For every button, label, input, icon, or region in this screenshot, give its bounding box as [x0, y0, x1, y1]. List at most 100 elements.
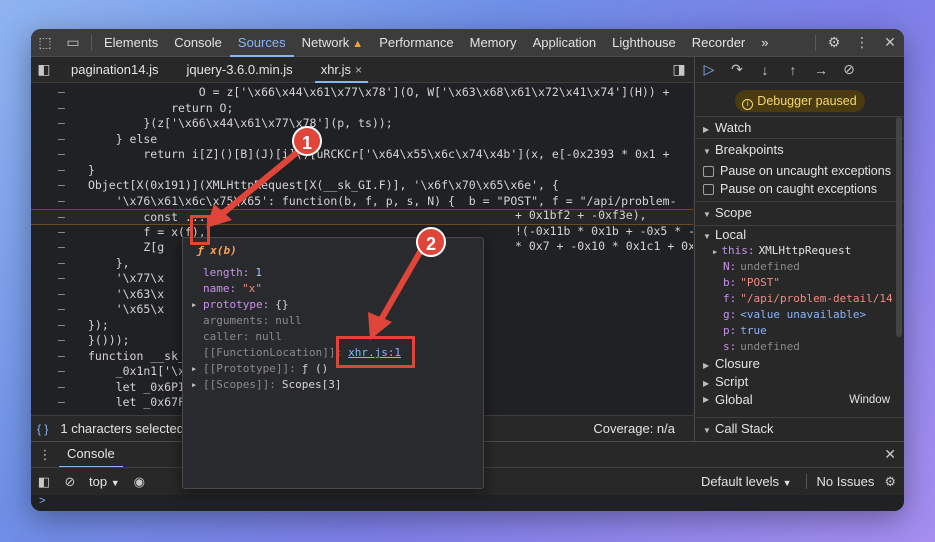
line-gutter-marker[interactable]: – — [58, 101, 65, 117]
close-drawer-icon[interactable]: ✕ — [884, 446, 896, 463]
tab-recorder[interactable]: Recorder — [684, 29, 753, 57]
line-gutter-marker[interactable]: – — [58, 147, 65, 163]
code-line-text: }); — [88, 317, 109, 332]
popover-property-value: "x" — [242, 282, 262, 295]
scope-variable[interactable]: s: undefined — [695, 339, 904, 355]
tab-elements[interactable]: Elements — [96, 29, 166, 57]
code-line-text: '\x65\x — [88, 302, 165, 316]
line-gutter-marker[interactable]: – — [58, 271, 65, 287]
clear-console-icon[interactable]: ⊘ — [57, 474, 83, 490]
line-gutter-marker[interactable]: – — [58, 364, 65, 380]
kebab-menu-icon[interactable]: ⋮ — [848, 29, 876, 57]
file-tabs-bar: ◧ pagination14.js jquery-3.6.0.min.js xh… — [31, 57, 693, 83]
scope-script[interactable]: ▶ Script — [695, 373, 904, 391]
line-gutter-marker[interactable]: – — [58, 163, 65, 179]
popover-property: name: "x" — [203, 281, 262, 297]
curly-braces-icon[interactable]: { } — [37, 422, 48, 436]
console-prompt[interactable]: > — [31, 495, 904, 511]
scope-variable-value: XMLHttpRequest — [758, 244, 852, 257]
issues-button[interactable]: No Issues — [805, 474, 874, 489]
popover-property[interactable]: ▶ [[Prototype]]: ƒ () — [192, 361, 328, 377]
tab-application[interactable]: Application — [525, 29, 605, 57]
tab-console[interactable]: Console — [166, 29, 230, 57]
line-gutter-marker[interactable]: – — [58, 395, 65, 411]
console-sidebar-icon[interactable]: ◧ — [31, 474, 57, 490]
line-gutter-marker[interactable]: – — [58, 256, 65, 272]
tab-console-drawer[interactable]: Console — [59, 442, 123, 468]
coverage-status[interactable]: Coverage: n/a — [593, 421, 675, 436]
gear-icon[interactable]: ⚙ — [820, 29, 848, 57]
line-gutter-marker[interactable]: – — [58, 85, 65, 101]
file-tab-jquery[interactable]: jquery-3.6.0.min.js — [172, 57, 306, 83]
line-gutter-marker[interactable]: – — [58, 287, 65, 303]
console-settings-gear-icon[interactable]: ⚙ — [884, 474, 896, 490]
scope-variable-value: "/api/problem-detail/14 — [740, 292, 893, 305]
scope-variable[interactable]: b: "POST" — [695, 275, 904, 291]
step-into-icon[interactable]: ↓ — [751, 62, 779, 78]
device-toolbar-icon[interactable]: ▭ — [59, 29, 87, 57]
code-line: – Object[X(0x191)](XMLHttpRequest[X(__sk_… — [31, 178, 693, 194]
close-tab-icon[interactable]: × — [355, 63, 362, 77]
close-icon[interactable]: ✕ — [876, 29, 904, 57]
vertical-scrollbar[interactable] — [896, 117, 902, 337]
scope-global[interactable]: ▶ Global Window — [695, 391, 904, 409]
section-breakpoints[interactable]: ▼ Breakpoints — [695, 138, 904, 160]
debugger-paused-badge: i Debugger paused — [734, 90, 865, 112]
scope-variable[interactable]: g: <value unavailable> — [695, 307, 904, 323]
scope-variable[interactable]: ▶ this: XMLHttpRequest — [695, 243, 904, 259]
step-icon[interactable]: → — [807, 62, 835, 78]
scope-local[interactable]: ▼ Local — [695, 225, 904, 243]
scope-closure[interactable]: ▶ Closure — [695, 355, 904, 373]
popover-property[interactable]: ▶ [[Scopes]]: Scopes[3] — [192, 377, 341, 393]
file-tab-xhr[interactable]: xhr.js × — [307, 57, 376, 83]
scope-variable-value: "POST" — [740, 276, 780, 289]
drawer-menu-icon[interactable]: ⋮ — [31, 447, 59, 463]
scope-variable[interactable]: N: undefined — [695, 259, 904, 275]
line-gutter-marker[interactable]: – — [58, 132, 65, 148]
popover-property[interactable]: ▶ prototype: {} — [192, 297, 288, 313]
script-label: Script — [715, 374, 749, 389]
line-gutter-marker[interactable]: – — [58, 116, 65, 132]
section-watch[interactable]: ▶ Watch — [695, 116, 904, 138]
code-line-text: let _0x67F — [88, 395, 185, 409]
tab-memory[interactable]: Memory — [462, 29, 525, 57]
pause-caught-checkbox[interactable]: Pause on caught exceptions — [695, 180, 904, 198]
context-selector[interactable]: top ▼ — [89, 474, 120, 489]
code-line-text: } — [88, 162, 95, 177]
file-tab-pagination14[interactable]: pagination14.js — [57, 57, 172, 83]
inspect-element-icon[interactable]: ⬚ — [31, 29, 59, 57]
tab-performance[interactable]: Performance — [371, 29, 461, 57]
line-gutter-marker[interactable]: – — [58, 178, 65, 194]
section-call-stack[interactable]: ▼ Call Stack — [695, 417, 904, 439]
scope-variable-key: g: — [723, 308, 737, 321]
annotation-badge-2: 2 — [416, 227, 446, 257]
dropdown-icon: ▼ — [110, 478, 120, 488]
resume-icon[interactable]: ▷ — [695, 61, 723, 78]
highlight-box-2 — [336, 336, 415, 368]
step-out-icon[interactable]: ↑ — [779, 62, 807, 78]
section-scope[interactable]: ▼ Scope — [695, 201, 904, 223]
line-gutter-marker[interactable]: – — [58, 380, 65, 396]
pause-uncaught-checkbox[interactable]: Pause on uncaught exceptions — [695, 162, 904, 180]
file-tab-xhr-label: xhr.js — [320, 61, 352, 77]
line-gutter-marker[interactable]: – — [58, 194, 65, 210]
tab-network[interactable]: Network ▲ — [294, 29, 372, 57]
toggle-navigator-icon[interactable]: ◧ — [31, 57, 57, 83]
scope-variable[interactable]: f: "/api/problem-detail/14 — [695, 291, 904, 307]
deactivate-breakpoints-icon[interactable]: ⊘ — [835, 61, 863, 78]
log-levels-dropdown[interactable]: Default levels ▼ — [701, 474, 792, 489]
toggle-debugger-icon[interactable]: ◨ — [665, 56, 693, 84]
line-gutter-marker[interactable]: – — [58, 318, 65, 334]
tab-lighthouse[interactable]: Lighthouse — [604, 29, 684, 57]
step-over-icon[interactable]: ↷ — [723, 61, 751, 78]
scope-variable-value: <value unavailable> — [740, 308, 867, 321]
line-gutter-marker[interactable]: – — [58, 349, 65, 365]
eye-icon[interactable]: ◉ — [134, 474, 145, 490]
more-tabs-button[interactable]: » — [753, 29, 776, 57]
scope-variable[interactable]: p: true — [695, 323, 904, 339]
line-gutter-marker[interactable]: – — [58, 302, 65, 318]
tab-sources[interactable]: Sources — [229, 29, 294, 57]
popover-property-value: null — [255, 330, 282, 343]
code-line-text: }(z['\x66\x44\x61\x77\x78'](p, ts)); — [88, 116, 393, 130]
line-gutter-marker[interactable]: – — [58, 333, 65, 349]
